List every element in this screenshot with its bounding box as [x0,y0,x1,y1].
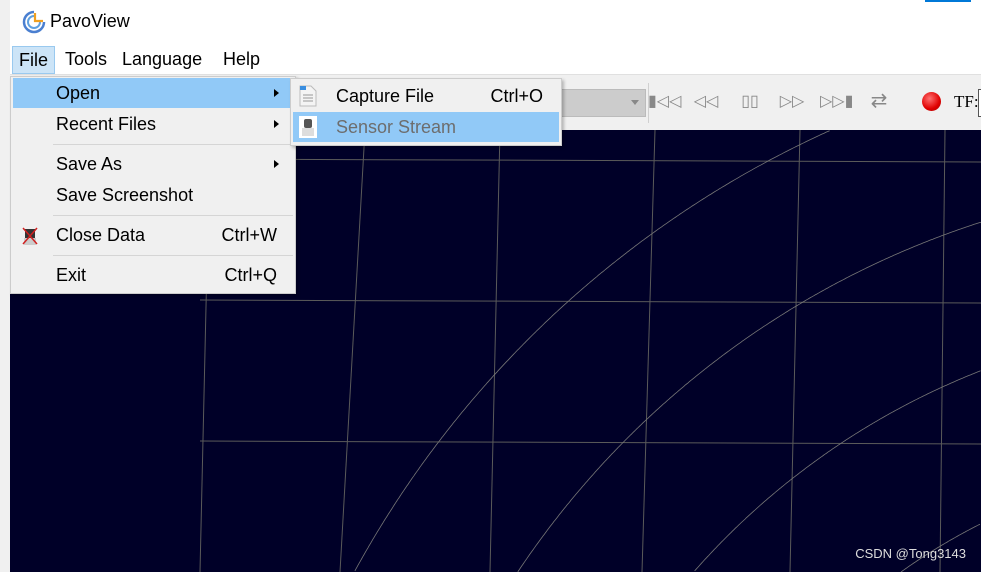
open-submenu: Capture File Ctrl+O Sensor Stream [290,78,562,146]
close-data-icon [22,227,38,245]
menu-language[interactable]: Language [116,46,208,72]
tf-label: TF: [954,92,979,111]
title-bar: PavoView [10,0,981,44]
menu-bar: File Tools Language Help [10,44,981,75]
menu-item-exit[interactable]: Exit Ctrl+Q [13,260,293,290]
loop-button[interactable]: ⇄ [863,88,895,112]
skip-to-start-button[interactable]: ▮◁◁ [648,91,681,113]
app-logo-icon [22,10,46,34]
skip-to-end-button[interactable]: ▷▷▮ [820,91,853,113]
menu-divider [53,255,293,256]
capture-file-icon [299,85,317,107]
menu-item-save-screenshot[interactable]: Save Screenshot [13,180,293,210]
grid-line [489,130,501,572]
menu-item-shortcut: Ctrl+Q [224,265,277,285]
menu-item-label: Sensor Stream [336,117,457,137]
menu-item-shortcut: Ctrl+W [221,225,278,245]
file-menu: Open Recent Files Save As Save Screensho… [10,76,296,294]
pause-button[interactable]: ▯▯ [734,91,766,113]
menu-item-close-data[interactable]: Close Data Ctrl+W [13,220,293,250]
step-forward-button[interactable]: ▷▷ [776,91,808,113]
menu-item-save-as[interactable]: Save As [13,149,293,179]
menu-item-capture-file[interactable]: Capture File Ctrl+O [293,81,559,111]
grid-line [199,158,981,163]
sensor-icon [299,116,317,138]
grid-line [789,130,801,572]
window-accent [925,0,971,2]
step-back-button[interactable]: ◁◁ [690,91,722,113]
chevron-down-icon [631,100,639,105]
grid-line [199,440,981,445]
menu-item-sensor-stream[interactable]: Sensor Stream [293,112,559,142]
source-dropdown[interactable] [560,89,646,117]
grid-line [939,130,946,572]
submenu-arrow-icon [274,120,279,128]
menu-item-label: Close Data [56,225,146,245]
grid-line [339,130,366,572]
menu-item-label: Capture File [336,86,435,106]
menu-divider [53,144,293,145]
menu-item-recent-files[interactable]: Recent Files [13,109,293,139]
menu-tools[interactable]: Tools [59,46,113,72]
record-button[interactable] [922,92,941,111]
menu-item-label: Save As [56,154,123,174]
menu-item-open[interactable]: Open [13,78,293,108]
grid-line [641,130,656,572]
range-ring [517,221,981,572]
menu-item-label: Exit [56,265,87,285]
submenu-arrow-icon [274,160,279,168]
range-ring [694,370,981,572]
watermark: CSDN @Tong3143 [855,546,966,561]
menu-item-label: Open [56,83,101,103]
range-ring [354,130,830,572]
menu-item-shortcut: Ctrl+O [490,86,543,106]
menu-help[interactable]: Help [217,46,266,72]
menu-file[interactable]: File [12,46,56,74]
grid-line [199,299,981,304]
submenu-arrow-icon [274,89,279,97]
app-title: PavoView [50,11,130,31]
menu-item-label: Recent Files [56,114,157,134]
menu-divider [53,215,293,216]
menu-item-label: Save Screenshot [56,185,194,205]
